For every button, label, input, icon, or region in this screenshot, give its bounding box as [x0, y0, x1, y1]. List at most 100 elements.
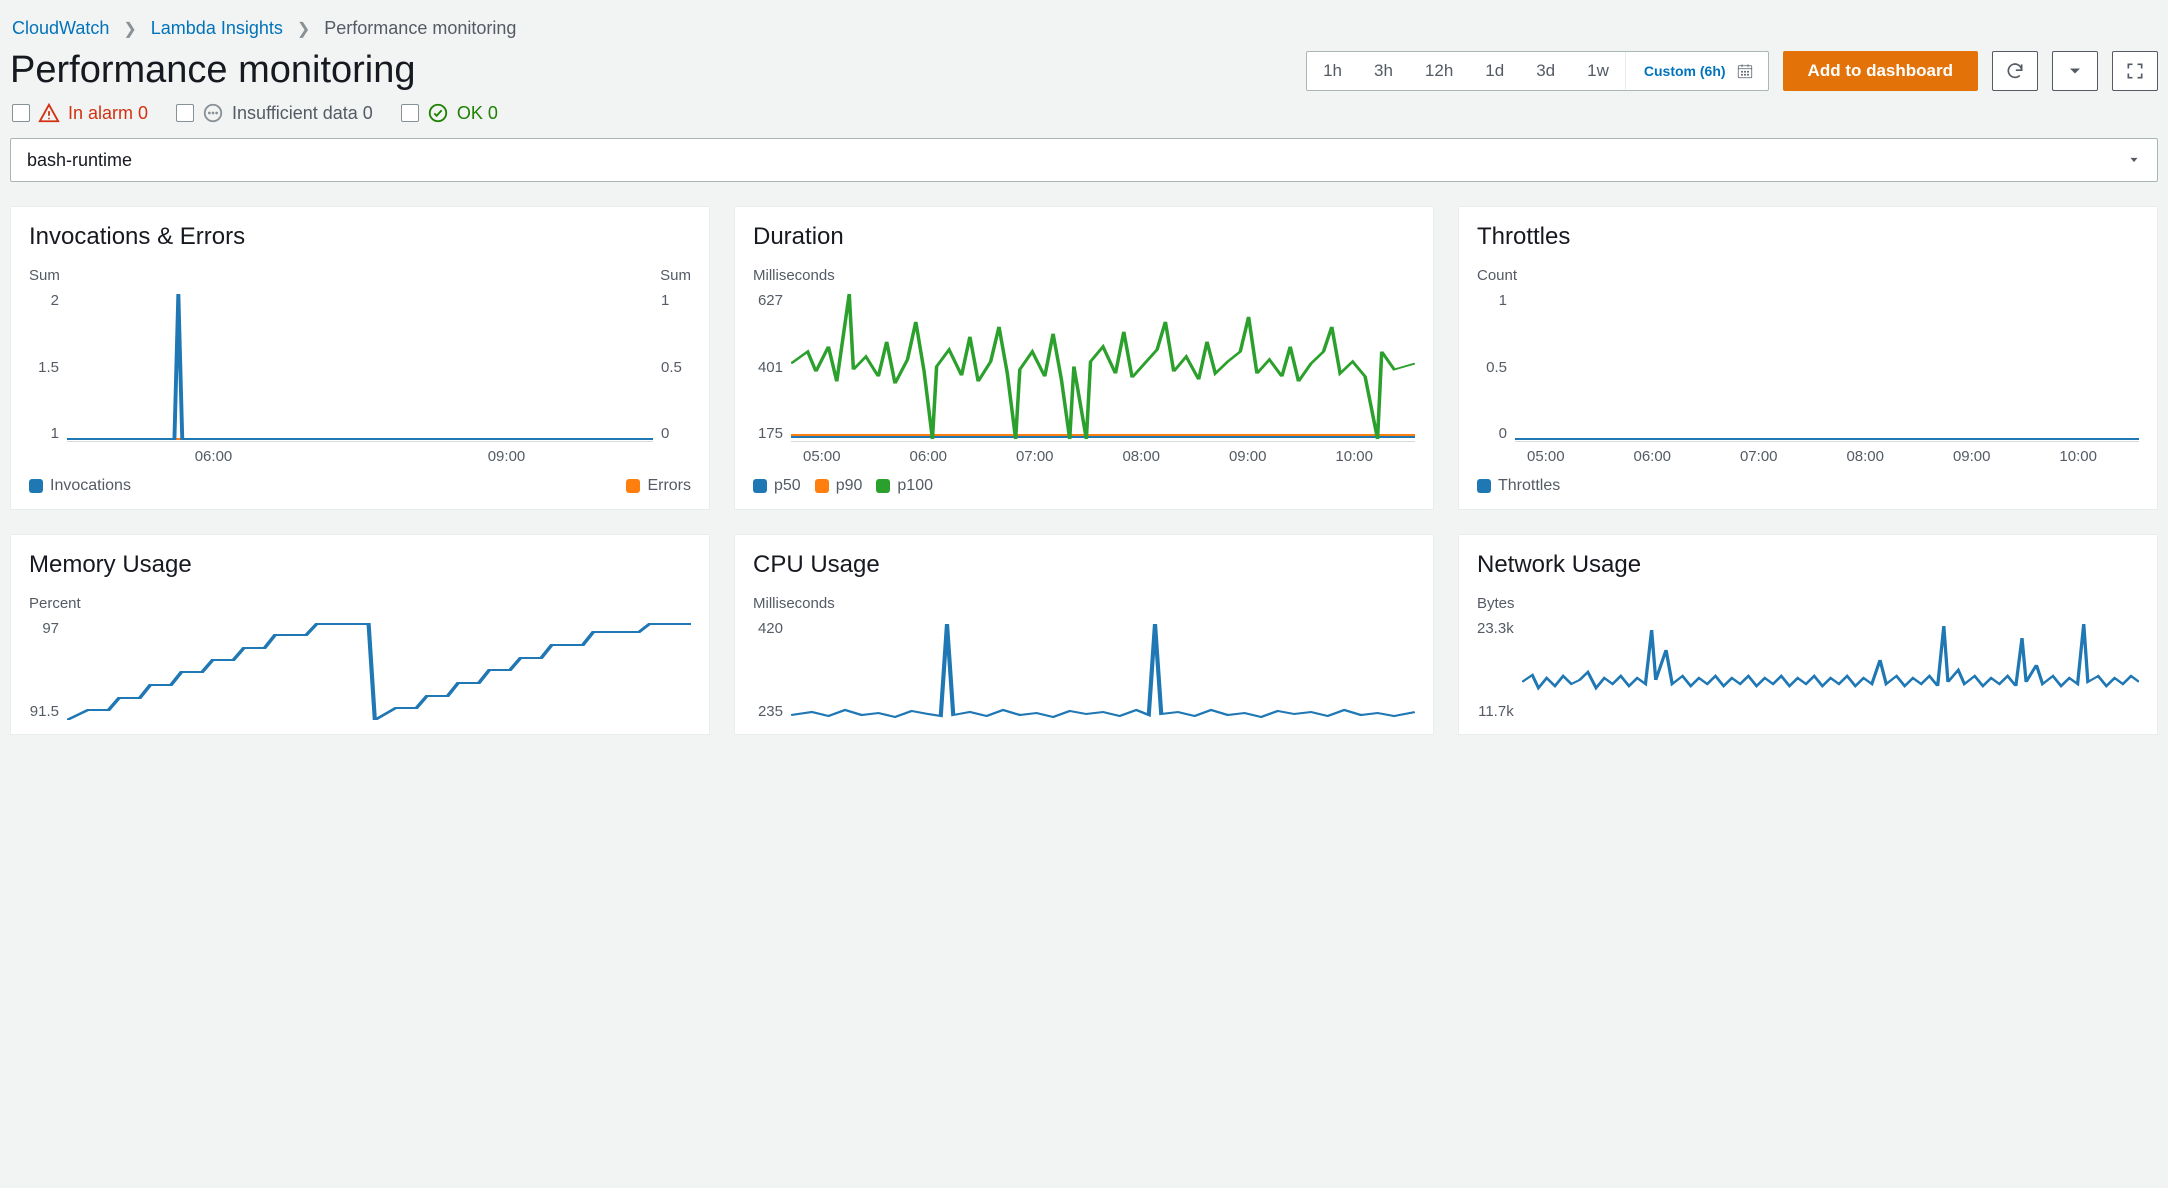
card-memory-usage: Memory Usage Percent 97 91.5 [10, 534, 710, 735]
legend-label: Throttles [1498, 477, 1560, 495]
time-range-custom-label: Custom (6h) [1644, 63, 1726, 79]
ytick: 401 [758, 359, 783, 376]
time-range-picker: 1h 3h 12h 1d 3d 1w Custom (6h) [1306, 51, 1768, 91]
chart-svg [1522, 620, 2139, 720]
xtick: 08:00 [1846, 448, 1884, 465]
xtick: 10:00 [2059, 448, 2097, 465]
legend-throttles[interactable]: Throttles [1477, 477, 1560, 495]
card-title: Invocations & Errors [29, 223, 691, 251]
time-range-12h[interactable]: 12h [1409, 52, 1469, 90]
xtick: 06:00 [195, 448, 233, 465]
legend-p100[interactable]: p100 [876, 477, 933, 495]
xtick: 09:00 [488, 448, 526, 465]
expand-icon [2125, 61, 2145, 81]
legend-invocations[interactable]: Invocations [29, 477, 131, 495]
legend-p50[interactable]: p50 [753, 477, 801, 495]
chart-throttles[interactable]: 1 0.5 0 [1477, 292, 2139, 442]
chart-invocations-errors[interactable]: 2 1.5 1 1 0.5 0 [29, 292, 691, 442]
ytick: 91.5 [30, 703, 59, 720]
insufficient-data-icon [202, 102, 224, 124]
time-range-1h[interactable]: 1h [1307, 52, 1358, 90]
chart-duration[interactable]: 627 401 175 [753, 292, 1415, 442]
chart-svg [1515, 292, 2139, 441]
xtick: 08:00 [1122, 448, 1160, 465]
chart-network[interactable]: 23.3k 11.7k [1477, 620, 2139, 720]
ytick: 97 [42, 620, 59, 637]
alarm-in-alarm-label: In alarm 0 [68, 103, 148, 124]
time-range-custom[interactable]: Custom (6h) [1625, 52, 1768, 90]
chart-svg [67, 292, 653, 441]
xtick: 06:00 [909, 448, 947, 465]
alarm-status-row: In alarm 0 Insufficient data 0 OK 0 [10, 102, 2158, 124]
xtick: 07:00 [1016, 448, 1054, 465]
ytick: 23.3k [1477, 620, 1514, 637]
legend-p90[interactable]: p90 [815, 477, 863, 495]
ytick: 2 [51, 292, 59, 309]
xtick: 10:00 [1335, 448, 1373, 465]
caret-down-icon [2065, 61, 2085, 81]
ytick: 0 [661, 425, 669, 442]
legend-swatch [876, 479, 890, 493]
legend-label: p100 [897, 477, 933, 495]
legend-swatch [815, 479, 829, 493]
chart-cpu[interactable]: 420 235 [753, 620, 1415, 720]
chevron-right-icon: ❯ [123, 19, 136, 39]
xtick: 07:00 [1740, 448, 1778, 465]
ytick: 1.5 [38, 359, 59, 376]
card-title: Network Usage [1477, 551, 2139, 579]
ytick: 235 [758, 703, 783, 720]
time-range-3h[interactable]: 3h [1358, 52, 1409, 90]
alarm-insufficient-checkbox[interactable] [176, 104, 194, 122]
fullscreen-button[interactable] [2112, 51, 2158, 91]
ytick: 175 [758, 425, 783, 442]
alarm-ok-label: OK 0 [457, 103, 498, 124]
axis-label: Bytes [1477, 595, 1515, 612]
add-to-dashboard-button[interactable]: Add to dashboard [1783, 51, 1978, 91]
calendar-icon [1736, 62, 1754, 80]
breadcrumb-section[interactable]: Lambda Insights [151, 18, 283, 39]
ytick: 420 [758, 620, 783, 637]
alarm-insufficient-label: Insufficient data 0 [232, 103, 373, 124]
card-title: CPU Usage [753, 551, 1415, 579]
legend-errors[interactable]: Errors [626, 477, 691, 495]
ytick: 627 [758, 292, 783, 309]
ytick: 1 [1499, 292, 1507, 309]
check-circle-icon [427, 102, 449, 124]
ytick: 0.5 [1486, 359, 1507, 376]
card-title: Duration [753, 223, 1415, 251]
card-title: Memory Usage [29, 551, 691, 579]
breadcrumb-current: Performance monitoring [324, 18, 516, 39]
card-title: Throttles [1477, 223, 2139, 251]
xtick: 06:00 [1633, 448, 1671, 465]
card-invocations-errors: Invocations & Errors Sum Sum 2 1.5 1 [10, 206, 710, 510]
xtick: 05:00 [1527, 448, 1565, 465]
axis-label: Count [1477, 267, 1517, 284]
time-range-1w[interactable]: 1w [1571, 52, 1625, 90]
axis-label: Percent [29, 595, 81, 612]
legend-label: Errors [647, 477, 691, 495]
axis-label: Milliseconds [753, 267, 835, 284]
time-range-1d[interactable]: 1d [1469, 52, 1520, 90]
right-axis-label: Sum [660, 267, 691, 284]
alarm-in-alarm-checkbox[interactable] [12, 104, 30, 122]
function-select[interactable]: bash-runtime [10, 138, 2158, 182]
card-network-usage: Network Usage Bytes 23.3k 11.7k [1458, 534, 2158, 735]
legend-swatch [753, 479, 767, 493]
time-range-3d[interactable]: 3d [1520, 52, 1571, 90]
breadcrumb-root[interactable]: CloudWatch [12, 18, 109, 39]
ytick: 1 [51, 425, 59, 442]
chevron-right-icon: ❯ [297, 19, 310, 39]
alarm-ok: OK 0 [401, 102, 498, 124]
xtick: 09:00 [1229, 448, 1267, 465]
actions-dropdown-button[interactable] [2052, 51, 2098, 91]
ytick: 0 [1499, 425, 1507, 442]
alarm-ok-checkbox[interactable] [401, 104, 419, 122]
legend-swatch [626, 479, 640, 493]
chart-svg [791, 620, 1415, 720]
chart-memory[interactable]: 97 91.5 [29, 620, 691, 720]
refresh-button[interactable] [1992, 51, 2038, 91]
left-axis-label: Sum [29, 267, 60, 284]
alarm-insufficient: Insufficient data 0 [176, 102, 373, 124]
ytick: 11.7k [1478, 703, 1514, 720]
alarm-in-alarm: In alarm 0 [12, 102, 148, 124]
